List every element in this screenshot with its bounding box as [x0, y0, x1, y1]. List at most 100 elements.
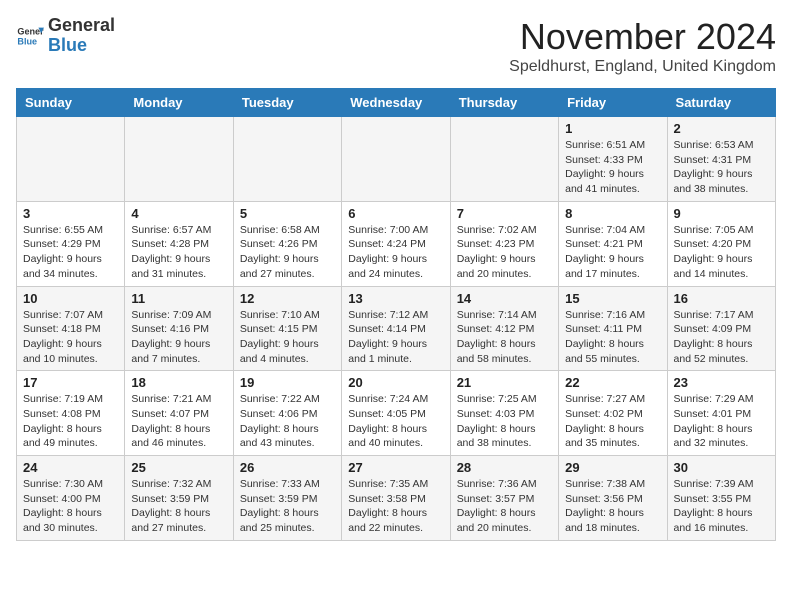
day-info: Sunrise: 6:55 AM Sunset: 4:29 PM Dayligh… [23, 223, 118, 282]
day-number: 21 [457, 375, 552, 390]
header: General Blue General Blue November 2024 … [16, 16, 776, 76]
calendar-cell: 6Sunrise: 7:00 AM Sunset: 4:24 PM Daylig… [342, 201, 450, 286]
day-number: 9 [674, 206, 769, 221]
day-number: 28 [457, 460, 552, 475]
day-info: Sunrise: 7:04 AM Sunset: 4:21 PM Dayligh… [565, 223, 660, 282]
day-info: Sunrise: 7:16 AM Sunset: 4:11 PM Dayligh… [565, 308, 660, 367]
day-number: 25 [131, 460, 226, 475]
day-info: Sunrise: 7:33 AM Sunset: 3:59 PM Dayligh… [240, 477, 335, 536]
day-number: 4 [131, 206, 226, 221]
calendar-cell: 2 Sunrise: 6:53 AM Sunset: 4:31 PM Daylig… [667, 117, 775, 202]
calendar-cell: 20Sunrise: 7:24 AM Sunset: 4:05 PM Dayli… [342, 371, 450, 456]
day-info: Sunrise: 7:19 AM Sunset: 4:08 PM Dayligh… [23, 392, 118, 451]
calendar-cell: 7 Sunrise: 7:02 AM Sunset: 4:23 PM Daylig… [450, 201, 558, 286]
calendar-cell: 17 Sunrise: 7:19 AM Sunset: 4:08 PM Dayli… [17, 371, 125, 456]
day-number: 19 [240, 375, 335, 390]
calendar-cell: 4 Sunrise: 6:57 AM Sunset: 4:28 PM Daylig… [125, 201, 233, 286]
day-info: Sunrise: 7:36 AM Sunset: 3:57 PM Dayligh… [457, 477, 552, 536]
day-info: Sunrise: 7:07 AM Sunset: 4:18 PM Dayligh… [23, 308, 118, 367]
calendar-cell: 24 Sunrise: 7:30 AM Sunset: 4:00 PM Dayli… [17, 456, 125, 541]
title-area: November 2024 Speldhurst, England, Unite… [509, 16, 776, 76]
day-info: Sunrise: 7:29 AM Sunset: 4:01 PM Dayligh… [674, 392, 769, 451]
calendar-cell: 26 Sunrise: 7:33 AM Sunset: 3:59 PM Dayli… [233, 456, 341, 541]
day-number: 1 [565, 121, 660, 136]
calendar-cell: 8 Sunrise: 7:04 AM Sunset: 4:21 PM Daylig… [559, 201, 667, 286]
calendar-cell: 23 Sunrise: 7:29 AM Sunset: 4:01 PM Dayli… [667, 371, 775, 456]
calendar-cell: 28 Sunrise: 7:36 AM Sunset: 3:57 PM Dayli… [450, 456, 558, 541]
weekday-header: Friday [559, 89, 667, 117]
logo-text: General Blue [48, 16, 115, 56]
day-info: Sunrise: 7:25 AM Sunset: 4:03 PM Dayligh… [457, 392, 552, 451]
day-number: 8 [565, 206, 660, 221]
day-info: Sunrise: 7:35 AM Sunset: 3:58 PM Dayligh… [348, 477, 443, 536]
calendar-cell: 12Sunrise: 7:10 AM Sunset: 4:15 PM Dayli… [233, 286, 341, 371]
day-info: Sunrise: 7:05 AM Sunset: 4:20 PM Dayligh… [674, 223, 769, 282]
day-info: Sunrise: 7:38 AM Sunset: 3:56 PM Dayligh… [565, 477, 660, 536]
day-number: 16 [674, 291, 769, 306]
calendar-cell: 15 Sunrise: 7:16 AM Sunset: 4:11 PM Dayli… [559, 286, 667, 371]
day-number: 22 [565, 375, 660, 390]
day-number: 20 [348, 375, 443, 390]
calendar-cell [342, 117, 450, 202]
calendar-cell: 27 Sunrise: 7:35 AM Sunset: 3:58 PM Dayli… [342, 456, 450, 541]
calendar-body: 1 Sunrise: 6:51 AM Sunset: 4:33 PM Daylig… [17, 117, 776, 541]
day-number: 18 [131, 375, 226, 390]
calendar-cell: 10 Sunrise: 7:07 AM Sunset: 4:18 PM Dayli… [17, 286, 125, 371]
day-number: 26 [240, 460, 335, 475]
day-info: Sunrise: 7:27 AM Sunset: 4:02 PM Dayligh… [565, 392, 660, 451]
weekday-header: Wednesday [342, 89, 450, 117]
day-info: Sunrise: 7:00 AM Sunset: 4:24 PM Dayligh… [348, 223, 443, 282]
calendar-cell: 11Sunrise: 7:09 AM Sunset: 4:16 PM Dayli… [125, 286, 233, 371]
day-info: Sunrise: 7:39 AM Sunset: 3:55 PM Dayligh… [674, 477, 769, 536]
calendar-week-row: 10 Sunrise: 7:07 AM Sunset: 4:18 PM Dayli… [17, 286, 776, 371]
calendar-week-row: 1 Sunrise: 6:51 AM Sunset: 4:33 PM Daylig… [17, 117, 776, 202]
calendar-cell [17, 117, 125, 202]
calendar-week-row: 17 Sunrise: 7:19 AM Sunset: 4:08 PM Dayli… [17, 371, 776, 456]
day-number: 11 [131, 291, 226, 306]
day-info: Sunrise: 7:30 AM Sunset: 4:00 PM Dayligh… [23, 477, 118, 536]
day-number: 15 [565, 291, 660, 306]
day-number: 30 [674, 460, 769, 475]
day-info: Sunrise: 6:58 AM Sunset: 4:26 PM Dayligh… [240, 223, 335, 282]
day-number: 3 [23, 206, 118, 221]
calendar-cell [233, 117, 341, 202]
day-info: Sunrise: 6:57 AM Sunset: 4:28 PM Dayligh… [131, 223, 226, 282]
day-info: Sunrise: 7:02 AM Sunset: 4:23 PM Dayligh… [457, 223, 552, 282]
calendar-cell: 22 Sunrise: 7:27 AM Sunset: 4:02 PM Dayli… [559, 371, 667, 456]
calendar-cell [125, 117, 233, 202]
day-info: Sunrise: 7:17 AM Sunset: 4:09 PM Dayligh… [674, 308, 769, 367]
location: Speldhurst, England, United Kingdom [509, 58, 776, 76]
day-info: Sunrise: 6:53 AM Sunset: 4:31 PM Dayligh… [674, 138, 769, 197]
day-info: Sunrise: 7:32 AM Sunset: 3:59 PM Dayligh… [131, 477, 226, 536]
calendar-cell: 16 Sunrise: 7:17 AM Sunset: 4:09 PM Dayli… [667, 286, 775, 371]
day-number: 13 [348, 291, 443, 306]
logo-icon: General Blue [16, 22, 44, 50]
calendar-cell [450, 117, 558, 202]
day-info: Sunrise: 7:21 AM Sunset: 4:07 PM Dayligh… [131, 392, 226, 451]
weekday-header: Sunday [17, 89, 125, 117]
calendar-cell: 9 Sunrise: 7:05 AM Sunset: 4:20 PM Daylig… [667, 201, 775, 286]
weekday-header: Monday [125, 89, 233, 117]
calendar-table: SundayMondayTuesdayWednesdayThursdayFrid… [16, 88, 776, 541]
weekday-header: Thursday [450, 89, 558, 117]
calendar-week-row: 3 Sunrise: 6:55 AM Sunset: 4:29 PM Daylig… [17, 201, 776, 286]
day-number: 7 [457, 206, 552, 221]
day-number: 10 [23, 291, 118, 306]
day-number: 29 [565, 460, 660, 475]
day-info: Sunrise: 6:51 AM Sunset: 4:33 PM Dayligh… [565, 138, 660, 197]
svg-text:Blue: Blue [17, 36, 37, 46]
calendar-cell: 3 Sunrise: 6:55 AM Sunset: 4:29 PM Daylig… [17, 201, 125, 286]
day-number: 24 [23, 460, 118, 475]
calendar-cell: 13Sunrise: 7:12 AM Sunset: 4:14 PM Dayli… [342, 286, 450, 371]
month-title: November 2024 [509, 16, 776, 58]
calendar-cell: 1 Sunrise: 6:51 AM Sunset: 4:33 PM Daylig… [559, 117, 667, 202]
day-info: Sunrise: 7:22 AM Sunset: 4:06 PM Dayligh… [240, 392, 335, 451]
day-number: 14 [457, 291, 552, 306]
day-number: 2 [674, 121, 769, 136]
calendar-cell: 5Sunrise: 6:58 AM Sunset: 4:26 PM Daylig… [233, 201, 341, 286]
day-number: 23 [674, 375, 769, 390]
day-number: 17 [23, 375, 118, 390]
weekday-header: Tuesday [233, 89, 341, 117]
day-number: 27 [348, 460, 443, 475]
calendar-cell: 30 Sunrise: 7:39 AM Sunset: 3:55 PM Dayli… [667, 456, 775, 541]
